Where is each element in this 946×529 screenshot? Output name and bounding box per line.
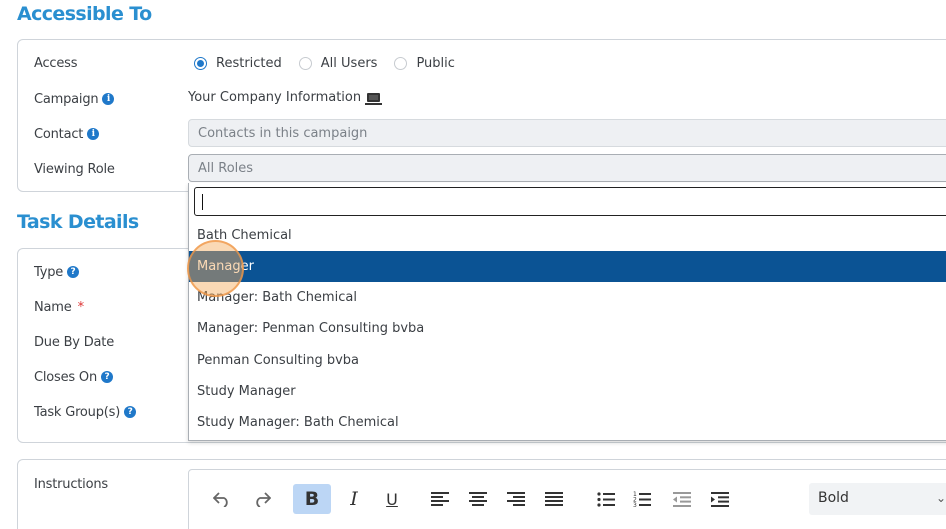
viewing-role-select[interactable]: All Roles xyxy=(188,154,946,182)
radio-restricted-dot[interactable] xyxy=(194,56,207,70)
bold-icon[interactable]: B xyxy=(293,484,331,514)
help-icon[interactable]: ? xyxy=(124,406,137,418)
dropdown-option[interactable]: Study Manager: Bath Chemical xyxy=(189,407,946,438)
campaign-label: Campaign i xyxy=(34,90,115,108)
contact-label: Contact i xyxy=(34,125,100,143)
text-caret xyxy=(202,194,203,210)
undo-icon[interactable] xyxy=(207,484,237,514)
dropdown-option-highlighted[interactable]: Manager xyxy=(189,251,946,282)
dropdown-option[interactable]: Manager: Penman Consulting bvba xyxy=(189,313,946,344)
radio-restricted-label: Restricted xyxy=(216,55,282,71)
dropdown-option[interactable]: Manager: Bath Chemical xyxy=(189,282,946,313)
type-label: Type ? xyxy=(34,263,80,281)
info-icon[interactable]: i xyxy=(102,93,115,105)
accessible-to-title: Accessible To xyxy=(17,3,152,25)
radio-public[interactable]: Public xyxy=(394,55,455,71)
indent-icon[interactable] xyxy=(705,484,735,514)
help-icon[interactable]: ? xyxy=(101,371,113,383)
align-justify-icon[interactable] xyxy=(539,484,569,514)
due-by-date-label: Due By Date xyxy=(34,334,114,350)
bullet-list-icon[interactable] xyxy=(591,484,621,514)
access-radio-group: Restricted All Users Public xyxy=(194,54,455,72)
editor-toolbar: B I U 123 xyxy=(207,484,735,514)
name-label: Name * xyxy=(34,299,85,315)
viewing-role-dropdown: Bath Chemical Manager Manager: Bath Chem… xyxy=(188,183,946,441)
redo-icon[interactable] xyxy=(247,484,277,514)
radio-public-dot[interactable] xyxy=(394,56,408,70)
radio-all-users[interactable]: All Users xyxy=(298,55,378,71)
radio-all-users-dot[interactable] xyxy=(298,56,312,70)
task-groups-label: Task Group(s) ? xyxy=(34,403,137,421)
instructions-label: Instructions xyxy=(34,476,108,492)
info-icon[interactable]: i xyxy=(87,128,100,140)
align-left-icon[interactable] xyxy=(425,484,455,514)
numbered-list-icon[interactable]: 123 xyxy=(627,484,657,514)
viewing-role-label: Viewing Role xyxy=(34,161,115,177)
instructions-editor: B I U 123 Bold ⌄ xyxy=(188,469,946,529)
underline-icon[interactable]: U xyxy=(377,484,407,514)
contact-field: Contacts in this campaign xyxy=(188,119,946,147)
outdent-icon[interactable] xyxy=(667,484,697,514)
task-details-title: Task Details xyxy=(17,211,139,233)
align-center-icon[interactable] xyxy=(463,484,493,514)
required-asterisk: * xyxy=(77,299,85,315)
dropdown-option[interactable]: Study Manager xyxy=(189,376,946,407)
access-label: Access xyxy=(34,55,78,71)
help-icon[interactable]: ? xyxy=(67,266,80,278)
laptop-icon xyxy=(365,93,383,105)
italic-icon[interactable]: I xyxy=(339,484,369,514)
dropdown-search-input[interactable] xyxy=(194,187,946,216)
closes-on-label: Closes On ? xyxy=(34,368,113,386)
dropdown-option[interactable]: Bath Chemical xyxy=(189,220,946,251)
radio-public-label: Public xyxy=(416,55,455,71)
radio-restricted[interactable]: Restricted xyxy=(194,56,282,71)
svg-text:3: 3 xyxy=(633,502,637,507)
radio-all-users-label: All Users xyxy=(320,55,378,71)
dropdown-option[interactable]: Penman Consulting bvba xyxy=(189,345,946,376)
campaign-value: Your Company Information xyxy=(188,90,383,105)
align-right-icon[interactable] xyxy=(501,484,531,514)
chevron-down-icon: ⌄ xyxy=(935,491,946,505)
format-select[interactable]: Bold ⌄ xyxy=(809,483,946,515)
